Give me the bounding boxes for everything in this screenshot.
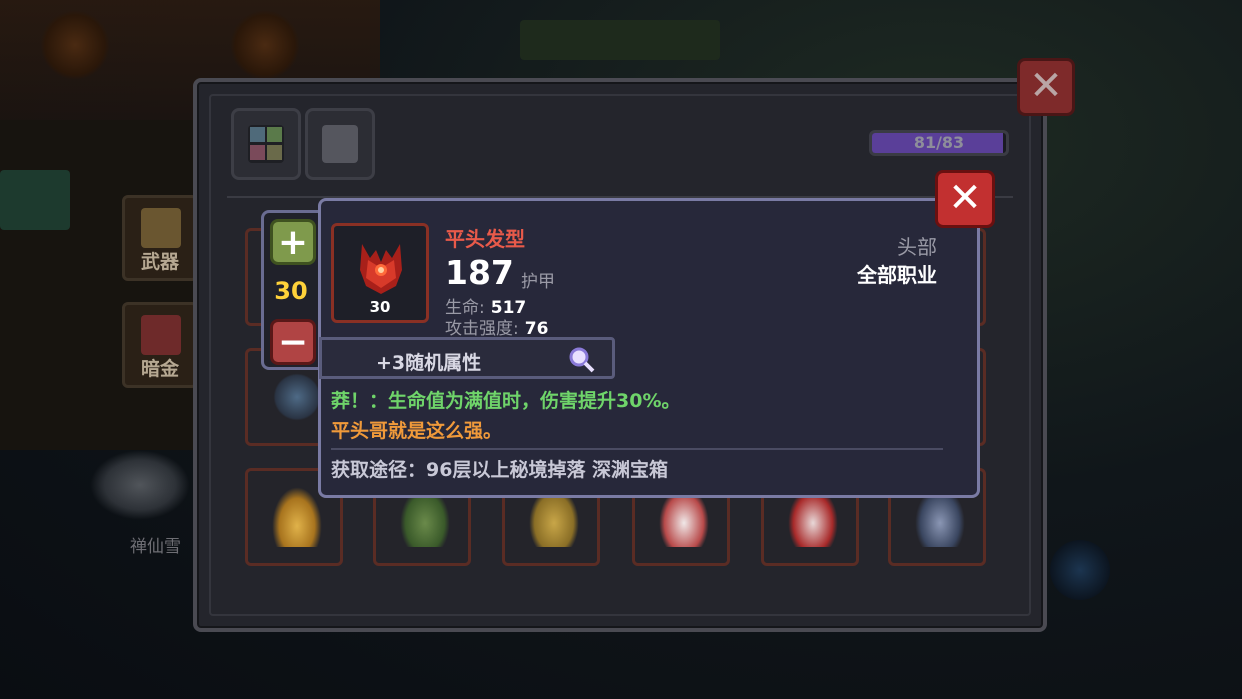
stat-attack: 攻击强度: 76	[445, 314, 548, 339]
decrease-button[interactable]: −	[270, 319, 316, 365]
armor-label: 护甲	[521, 272, 555, 292]
quantity-stepper: + 30 −	[261, 210, 321, 370]
item-level: 30	[369, 298, 391, 316]
lantern-decoration	[40, 10, 110, 80]
increase-button[interactable]: +	[270, 219, 316, 265]
background-npc	[90, 450, 190, 520]
tooltip-divider	[331, 448, 943, 450]
item-effect-text: 莽！：生命值为满值时，伤害提升30%。	[331, 390, 681, 412]
random-attributes-row[interactable]: +3随机属性	[319, 337, 615, 379]
armor-tab-icon	[322, 125, 358, 163]
dark-gold-tab-label: 暗金	[140, 358, 179, 380]
grid-tab[interactable]	[231, 108, 301, 180]
golden-spiky-hair-icon	[272, 487, 322, 547]
item-source-text: 获取途径：96层以上秘境掉落 深渊宝箱	[331, 459, 669, 481]
demon-helmet-icon	[360, 244, 402, 294]
armor-value: 187	[445, 253, 514, 292]
dark-gold-tab-icon	[141, 315, 181, 355]
close-window-button[interactable]: ✕	[1017, 58, 1075, 116]
armor-tab[interactable]	[305, 108, 375, 180]
grid-tab-icon	[248, 125, 284, 163]
npc-name-label: 禅仙雪	[130, 537, 181, 557]
item-icon-frame: 30	[331, 223, 429, 323]
background-sign	[0, 170, 70, 230]
item-name: 平头发型	[445, 227, 525, 251]
item-slot-type: 头部	[897, 235, 937, 259]
capacity-bar: 81/83	[869, 130, 1009, 156]
item-tooltip: 30 平头发型 187 护甲 生命: 517 攻击强度: 76 头部 全部职业 +3…	[318, 198, 980, 498]
magnifier-icon[interactable]	[568, 346, 596, 374]
background-foliage	[520, 20, 720, 60]
capacity-text: 81/83	[913, 133, 965, 152]
random-attributes-label: +3随机属性	[376, 352, 482, 374]
stat-label: 攻击强度:	[445, 319, 519, 339]
weapon-tab[interactable]: 武器	[122, 195, 198, 281]
quantity-value: 30	[274, 277, 308, 305]
hood-icon	[272, 367, 322, 427]
stat-value: 76	[524, 319, 549, 339]
class-requirement: 全部职业	[857, 263, 937, 287]
lantern-decoration	[230, 10, 300, 80]
item-flavor-text: 平头哥就是这么强。	[331, 420, 503, 442]
close-tooltip-button[interactable]: ✕	[935, 170, 995, 228]
background-orb	[1050, 540, 1110, 600]
dark-gold-tab[interactable]: 暗金	[122, 302, 198, 388]
weapon-tab-icon	[141, 208, 181, 248]
weapon-tab-label: 武器	[140, 251, 179, 273]
